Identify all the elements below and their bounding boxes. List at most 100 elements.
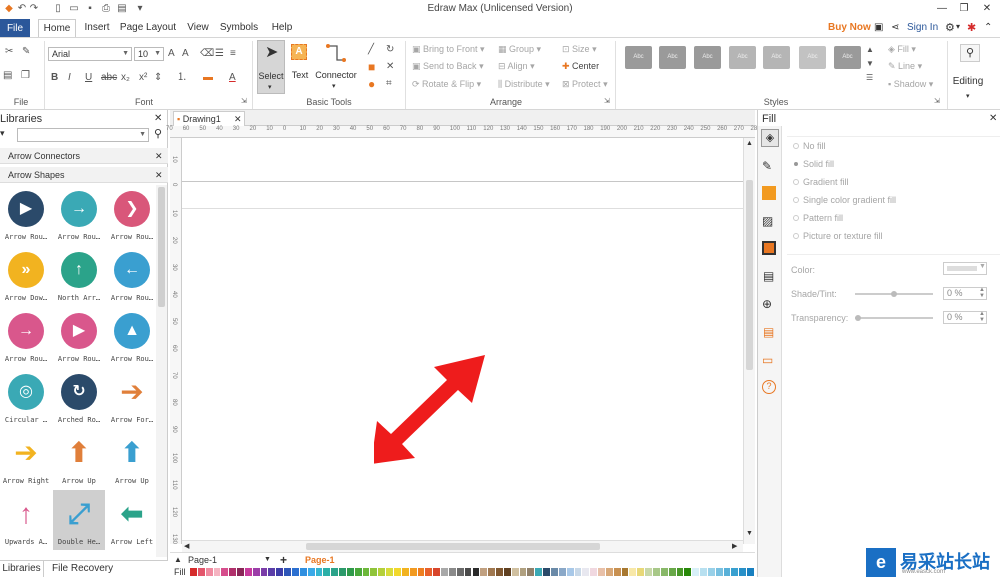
shadow-icon[interactable] [762, 186, 776, 200]
fill-option-no-fill[interactable]: No fill [793, 141, 826, 151]
page-tab-active[interactable]: Page-1 [305, 555, 335, 565]
connector-tool-button[interactable]: Connector ▾ [314, 40, 358, 94]
align-button[interactable]: ⊟ Align ▾ [498, 60, 535, 72]
color-swatch[interactable] [425, 568, 433, 576]
send-to-back-button[interactable]: ▣ Send to Back ▾ [412, 60, 484, 72]
attachment-icon[interactable]: ▤ [763, 325, 774, 339]
style-swatch-2[interactable]: Abc [659, 46, 686, 69]
library-shape-item[interactable]: ⬆ Arrow Up [106, 429, 156, 489]
tab-insert[interactable]: Insert [80, 19, 114, 37]
numbering-icon[interactable]: ⒈ [177, 72, 187, 84]
fill-option-pattern-fill[interactable]: Pattern fill [793, 213, 843, 223]
fill-option-button[interactable]: ◈ Fill ▾ [888, 43, 916, 55]
style-swatch-7[interactable]: Abc [834, 46, 861, 69]
clear-format-icon[interactable]: ⌫ [200, 48, 214, 60]
color-swatch[interactable] [401, 568, 409, 576]
scroll-right-icon[interactable]: ▶ [732, 542, 737, 550]
colorful-icon[interactable]: ✱ [967, 21, 976, 34]
style-swatch-5[interactable]: Abc [763, 46, 790, 69]
styles-more-icon[interactable]: ☰ [866, 72, 873, 84]
color-swatch[interactable] [590, 568, 598, 576]
rectangle-tool-icon[interactable]: ■ [368, 61, 375, 73]
subscript-icon[interactable]: x₂ [121, 72, 130, 84]
library-shape-item[interactable]: ▶ Arrow Rou… [0, 185, 52, 245]
fill-option-gradient-fill[interactable]: Gradient fill [793, 177, 849, 187]
color-swatch[interactable] [237, 568, 244, 576]
color-swatch[interactable] [723, 568, 731, 576]
editing-button[interactable]: ⚲ Editing ▾ [952, 40, 996, 106]
line-icon[interactable]: ✎ [762, 159, 772, 173]
bold-icon[interactable]: B [51, 72, 58, 84]
protect-button[interactable]: ⊠ Protect ▾ [562, 78, 608, 90]
color-swatch[interactable] [456, 568, 464, 576]
scroll-up-icon[interactable]: ▲ [746, 140, 753, 147]
color-swatch[interactable] [621, 568, 629, 576]
canvas-scroll-thumb-v[interactable] [746, 180, 753, 370]
color-swatch[interactable] [731, 568, 739, 576]
color-swatch[interactable] [511, 568, 519, 576]
color-picker[interactable]: ▼ [943, 262, 987, 275]
library-shape-item[interactable]: ↻ Arched Ro… [53, 368, 105, 428]
color-swatch[interactable] [229, 568, 237, 576]
library-scrollbar[interactable] [156, 185, 167, 557]
minimize-icon[interactable]: — [934, 2, 950, 16]
color-swatch[interactable] [362, 568, 370, 576]
scroll-left-icon[interactable]: ◀ [184, 542, 189, 550]
font-grow-icon[interactable]: A [168, 48, 175, 60]
color-swatch[interactable] [417, 568, 425, 576]
canvas-vertical-scrollbar[interactable]: ▲ ▼ [743, 138, 755, 544]
color-swatch[interactable] [464, 568, 472, 576]
styles-scroll-up-icon[interactable]: ▲ [866, 44, 874, 56]
image-icon[interactable]: ▨ [762, 214, 773, 228]
color-swatch[interactable] [378, 568, 386, 576]
highlight-icon[interactable]: ▬ [203, 72, 213, 84]
search-icon[interactable]: ⚲ [154, 127, 162, 140]
color-swatch[interactable] [535, 568, 543, 576]
color-swatch[interactable] [339, 568, 346, 576]
color-swatch[interactable] [284, 568, 291, 576]
spin-down-icon[interactable]: ▼ [979, 317, 985, 323]
transparency-slider[interactable] [855, 315, 933, 321]
arc-tool-icon[interactable]: ↻ [386, 44, 394, 56]
rotate-flip-button[interactable]: ⟳ Rotate & Flip ▾ [412, 78, 481, 90]
close-icon[interactable]: ✕ [154, 113, 162, 124]
page-icon[interactable]: ▤ [763, 269, 774, 283]
color-swatch[interactable] [668, 568, 676, 576]
color-swatch[interactable] [645, 568, 652, 576]
select-tool-button[interactable]: ➤ Select ▾ [257, 40, 285, 94]
color-swatch[interactable] [503, 568, 511, 576]
color-swatch[interactable] [613, 568, 621, 576]
paste-icon[interactable]: ▤ [3, 70, 12, 82]
bullet-list-icon[interactable]: ☰ [215, 48, 224, 60]
library-shape-item[interactable]: ↑ Upwards A… [0, 490, 52, 550]
color-swatch[interactable] [292, 568, 299, 576]
help-icon[interactable]: ? [762, 380, 776, 394]
share-icon[interactable]: ⋖ [891, 22, 899, 33]
color-swatch[interactable] [252, 568, 260, 576]
color-swatch[interactable] [558, 568, 566, 576]
color-swatch[interactable] [433, 568, 441, 576]
color-swatch[interactable] [519, 568, 527, 576]
color-swatch[interactable] [550, 568, 558, 576]
library-shape-item[interactable]: ➔ Arrow For… [106, 368, 156, 428]
color-swatch[interactable] [441, 568, 448, 576]
tab-file-recovery[interactable]: File Recovery [52, 561, 113, 577]
transparency-slider-thumb[interactable] [855, 315, 861, 321]
color-swatch[interactable] [684, 568, 692, 576]
color-swatch[interactable] [386, 568, 394, 576]
color-swatch[interactable] [394, 568, 401, 576]
library-section-arrow-connectors[interactable]: Arrow Connectors ✕ [0, 148, 168, 164]
group-button[interactable]: ▦ Group ▾ [498, 43, 541, 55]
library-shape-item[interactable]: → Arrow Rou… [0, 307, 52, 367]
color-swatch[interactable] [260, 568, 268, 576]
page-select[interactable]: Page-1 ▼ [188, 554, 272, 566]
add-page-icon[interactable]: + [280, 553, 287, 567]
color-swatch[interactable] [346, 568, 354, 576]
settings-icon[interactable]: ⚙ [945, 21, 955, 34]
color-swatch[interactable] [370, 568, 378, 576]
map-icon[interactable]: ⊕ [762, 297, 772, 311]
library-shape-item[interactable]: » Arrow Dow… [0, 246, 52, 306]
cross-tool-icon[interactable]: ✕ [386, 61, 394, 73]
library-menu-icon[interactable]: ▾ [0, 128, 13, 141]
color-swatch[interactable] [605, 568, 613, 576]
